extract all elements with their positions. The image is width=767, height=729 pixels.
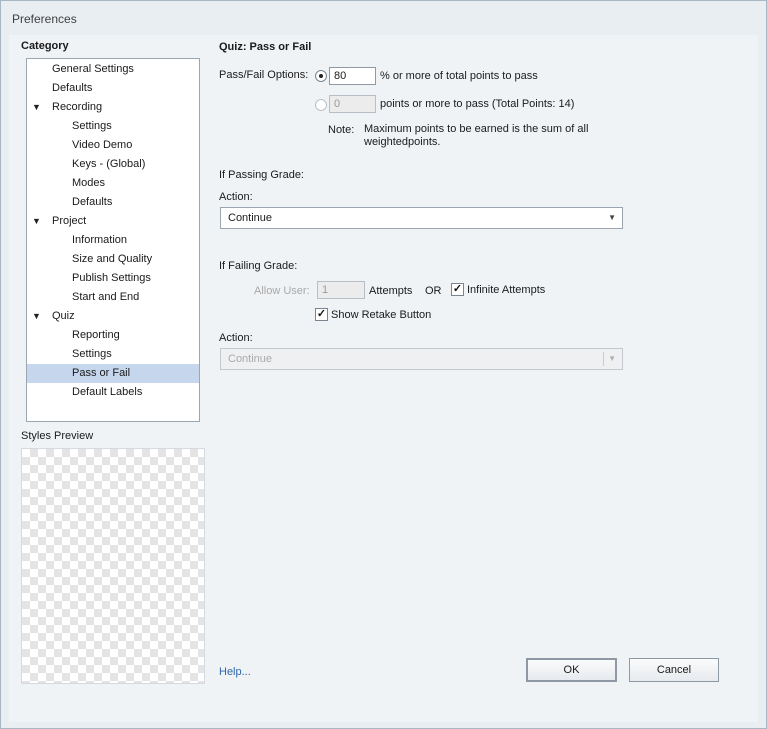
passing-action-label: Action:	[219, 191, 253, 203]
show-retake-label: Show Retake Button	[331, 309, 432, 321]
sidebar-item-start-and-end[interactable]: Start and End	[27, 288, 199, 307]
attempts-label: Attempts	[369, 285, 413, 297]
category-tree[interactable]: General Settings Defaults ▼ Recording Settin…	[26, 58, 200, 422]
help-link[interactable]: Help...	[219, 666, 251, 678]
percent-option-radio[interactable]	[315, 70, 327, 82]
sidebar-item-settings[interactable]: Settings	[27, 117, 199, 136]
or-label: OR	[425, 285, 442, 297]
sidebar-item-label: Defaults	[52, 82, 93, 94]
show-retake-checkbox[interactable]: ✓	[315, 308, 328, 321]
sidebar-item-pass-or-fail[interactable]: Pass or Fail	[27, 364, 199, 383]
percent-input[interactable]: 80	[329, 67, 376, 85]
sidebar-item-label: Settings	[72, 348, 112, 360]
sidebar-item-general-settings[interactable]: General Settings	[27, 60, 199, 79]
sidebar-item-label: Reporting	[72, 329, 120, 341]
sidebar-item-reporting[interactable]: Reporting	[27, 326, 199, 345]
checkmark-icon: ✓	[316, 308, 327, 320]
sidebar-item-size-and-quality[interactable]: Size and Quality	[27, 250, 199, 269]
note-text-line1: Maximum points to be earned is the sum o…	[364, 123, 589, 135]
window-title: Preferences	[12, 12, 77, 26]
cancel-button[interactable]: Cancel	[629, 658, 719, 682]
styles-preview-label: Styles Preview	[21, 430, 94, 442]
sidebar-item-information[interactable]: Information	[27, 231, 199, 250]
allow-user-label: Allow User:	[254, 285, 310, 297]
checkmark-icon: ✓	[452, 283, 463, 295]
sidebar-item-label: Start and End	[72, 291, 140, 303]
sidebar-item-label: Recording	[52, 101, 103, 113]
infinite-attempts-checkbox[interactable]: ✓	[451, 283, 464, 296]
ok-button[interactable]: OK	[526, 658, 617, 682]
title-bar[interactable]: Preferences	[1, 1, 766, 35]
passing-action-value: Continue	[228, 212, 273, 224]
sidebar-item-label: Information	[72, 234, 128, 246]
failing-action-label: Action:	[219, 332, 253, 344]
dropdown-divider	[603, 352, 604, 366]
sidebar-item-label: Project	[52, 215, 87, 227]
note-text-line2: weightedpoints.	[364, 136, 441, 148]
triangle-down-icon[interactable]: ▼	[32, 212, 41, 231]
sidebar-item-label: Quiz	[52, 310, 75, 322]
sidebar-item-project[interactable]: ▼ Project	[27, 212, 199, 231]
sidebar-item-video-demo[interactable]: Video Demo	[27, 136, 199, 155]
infinite-attempts-label: Infinite Attempts	[467, 284, 546, 296]
sidebar-item-modes[interactable]: Modes	[27, 174, 199, 193]
page-title: Quiz: Pass or Fail	[219, 41, 312, 53]
failing-action-select[interactable]: Continue ▼	[220, 348, 623, 370]
sidebar-item-label: Video Demo	[72, 139, 133, 151]
failing-grade-label: If Failing Grade:	[219, 260, 298, 272]
sidebar-item-label: General Settings	[52, 63, 134, 75]
attempts-input[interactable]: 1	[317, 281, 365, 299]
sidebar-item-label: Publish Settings	[72, 272, 151, 284]
sidebar-item-quiz[interactable]: ▼ Quiz	[27, 307, 199, 326]
note-label: Note:	[328, 124, 355, 136]
preferences-window: Preferences Category General Settings Def…	[0, 0, 767, 729]
passing-grade-label: If Passing Grade:	[219, 169, 304, 181]
failing-action-value: Continue	[228, 353, 273, 365]
sidebar-item-label: Pass or Fail	[72, 367, 131, 379]
passing-action-select[interactable]: Continue ▼	[220, 207, 623, 229]
sidebar-item-label: Size and Quality	[72, 253, 153, 265]
sidebar-item-label: Settings	[72, 120, 112, 132]
chevron-down-icon: ▼	[608, 354, 616, 363]
sidebar-item-keys-global[interactable]: Keys - (Global)	[27, 155, 199, 174]
styles-preview-canvas	[21, 448, 205, 684]
chevron-down-icon: ▼	[608, 213, 616, 222]
triangle-down-icon[interactable]: ▼	[32, 98, 41, 117]
sidebar-item-defaults[interactable]: Defaults	[27, 193, 199, 212]
percent-option-label: % or more of total points to pass	[380, 70, 538, 82]
sidebar-item-recording[interactable]: ▼ Recording	[27, 98, 199, 117]
points-option-label: points or more to pass (Total Points: 14…	[380, 98, 575, 110]
points-option-radio[interactable]	[315, 99, 327, 111]
sidebar-item-default-labels[interactable]: Default Labels	[27, 383, 199, 402]
pass-fail-options-label: Pass/Fail Options:	[219, 69, 309, 81]
dialog-content: Category General Settings Defaults ▼ Record…	[9, 35, 758, 722]
sidebar-item-label: Keys - (Global)	[72, 158, 146, 170]
sidebar-item-label: Modes	[72, 177, 106, 189]
sidebar-item-label: Defaults	[72, 196, 113, 208]
triangle-down-icon[interactable]: ▼	[32, 307, 41, 326]
sidebar-item-settings[interactable]: Settings	[27, 345, 199, 364]
sidebar-item-label: Default Labels	[72, 386, 143, 398]
sidebar-item-defaults[interactable]: Defaults	[27, 79, 199, 98]
points-input[interactable]: 0	[329, 95, 376, 113]
sidebar-item-publish-settings[interactable]: Publish Settings	[27, 269, 199, 288]
category-label: Category	[21, 40, 69, 52]
